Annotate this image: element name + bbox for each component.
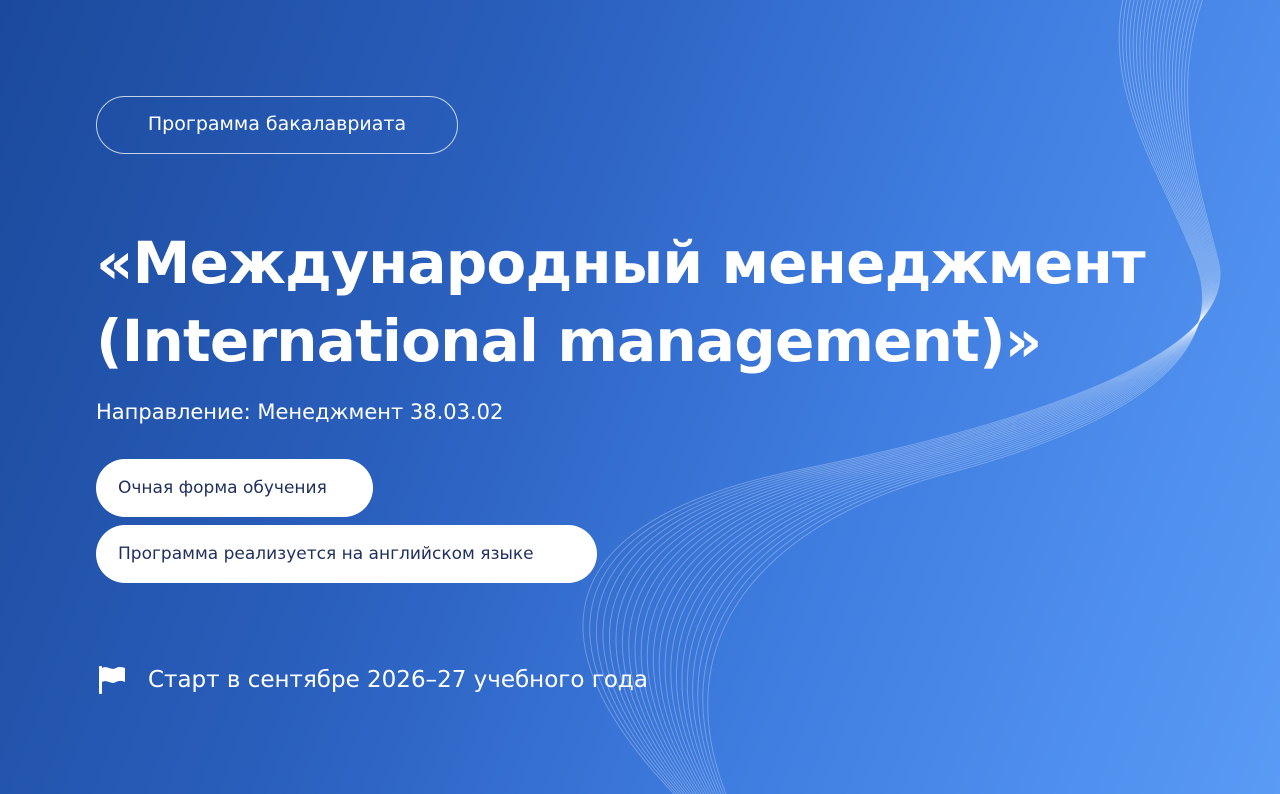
wave-line (658, 0, 1210, 794)
wave-line (646, 0, 1212, 794)
program-title-line-1: «Международный менеджмент (96, 229, 1146, 297)
wave-line (595, 0, 1219, 794)
wave-line (602, 0, 1218, 794)
wave-line (670, 0, 1208, 794)
wave-line (634, 0, 1214, 794)
wave-line (621, 0, 1215, 794)
wave-line (640, 0, 1213, 794)
wave-line (615, 0, 1216, 794)
wave-line (702, 0, 1204, 794)
wave-line (692, 0, 1205, 794)
wave-line (628, 0, 1214, 794)
start-date-row: Старт в сентябре 2026–27 учебного года (96, 662, 648, 698)
wave-line (652, 0, 1211, 794)
wave-line (664, 0, 1209, 794)
wave-line (609, 0, 1217, 794)
wave-line (589, 0, 1220, 794)
tag-study-form: Очная форма обучения (96, 459, 373, 517)
wave-line (697, 0, 1205, 794)
hero-banner: Программа бакалавриата «Международный ме… (0, 0, 1280, 794)
tag-language: Программа реализуется на английском язык… (96, 525, 597, 583)
start-date-text: Старт в сентябре 2026–27 учебного года (148, 667, 648, 693)
wave-line (707, 0, 1203, 794)
wave-line (582, 0, 1221, 794)
wave-line (686, 0, 1206, 794)
program-type-badge: Программа бакалавриата (96, 96, 458, 154)
wave-line (681, 0, 1207, 794)
program-direction: Направление: Менеджмент 38.03.02 (96, 400, 504, 424)
program-title-line-2: (International management)» (96, 307, 1042, 375)
program-title: «Международный менеджмент (International… (96, 224, 1196, 380)
flag-icon (99, 666, 125, 694)
wave-line (675, 0, 1208, 794)
